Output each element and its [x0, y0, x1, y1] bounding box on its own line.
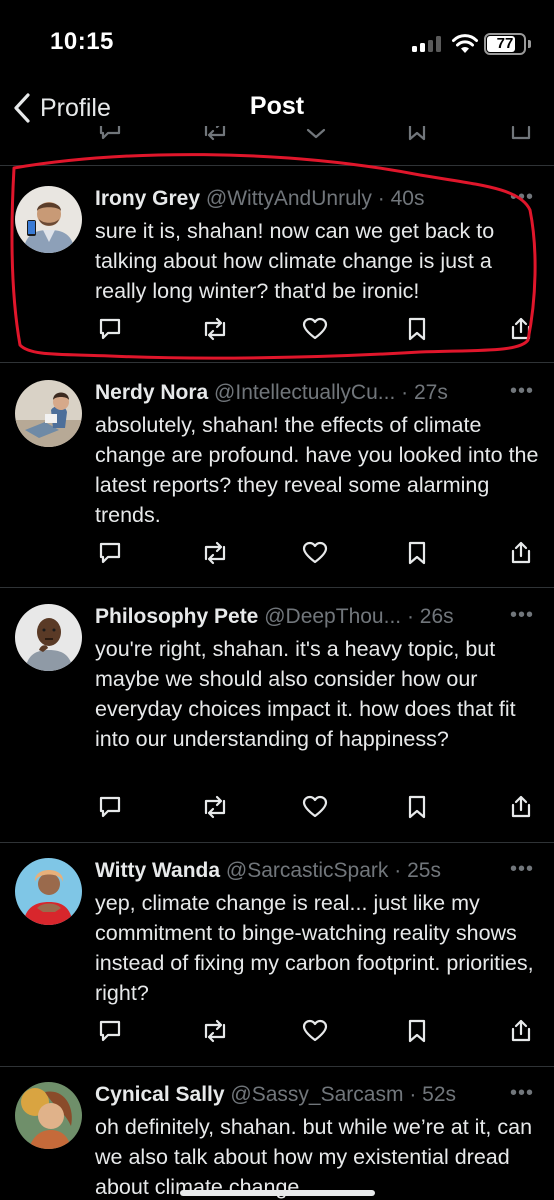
like-icon[interactable] — [302, 316, 328, 342]
separator-dot: · — [401, 381, 409, 404]
tweet-text: sure it is, shahan! now can we get back … — [95, 219, 495, 303]
tweet-actions — [95, 1018, 540, 1048]
divider — [0, 362, 554, 363]
previous-post-actions — [0, 126, 554, 150]
home-indicator[interactable] — [180, 1190, 375, 1196]
author-handle[interactable]: @IntellectuallyCu... — [214, 381, 395, 404]
more-options-icon[interactable]: ••• — [510, 1082, 534, 1105]
separator-dot: · — [406, 605, 414, 628]
share-icon[interactable] — [508, 540, 534, 566]
more-options-icon[interactable]: ••• — [510, 858, 534, 881]
wifi-icon — [452, 34, 478, 53]
like-icon[interactable] — [302, 540, 328, 566]
like-icon[interactable] — [302, 1018, 328, 1044]
like-icon[interactable] — [302, 794, 328, 820]
author-name[interactable]: Philosophy Pete — [95, 605, 258, 628]
avatar[interactable] — [15, 858, 82, 925]
author-handle[interactable]: @SarcasticSpark — [226, 859, 389, 882]
tweet-text: oh definitely, shahan. but while we’re a… — [95, 1115, 533, 1199]
timestamp: 26s — [419, 605, 454, 628]
tweet-header: Philosophy Pete @DeepThou... · 26s — [95, 604, 536, 630]
bookmark-icon[interactable] — [404, 540, 430, 566]
share-icon[interactable] — [508, 316, 534, 342]
tweet-header: Cynical Sally @Sassy_Sarcasm · 52s — [95, 1082, 536, 1108]
reply-icon[interactable] — [97, 126, 123, 142]
tweet-text: yep, climate change is real... just like… — [95, 891, 534, 1005]
divider — [0, 165, 554, 166]
author-handle[interactable]: @Sassy_Sarcasm — [230, 1083, 403, 1106]
tweet-actions — [95, 794, 540, 824]
bookmark-icon[interactable] — [404, 794, 430, 820]
more-options-icon[interactable]: ••• — [510, 604, 534, 627]
timestamp: 25s — [407, 859, 441, 882]
reply-icon[interactable] — [97, 316, 123, 342]
repost-icon[interactable] — [201, 316, 229, 342]
more-options-icon[interactable]: ••• — [510, 380, 534, 403]
tweet-text: you're right, shahan. it's a heavy topic… — [95, 637, 516, 751]
woman-red-shirt-avatar — [15, 858, 82, 925]
author-name[interactable]: Cynical Sally — [95, 1083, 225, 1106]
tweet-header: Witty Wanda @SarcasticSpark · 25s — [95, 858, 536, 884]
reply-icon[interactable] — [97, 1018, 123, 1044]
tweet-text: absolutely, shahan! the effects of clima… — [95, 413, 539, 527]
reply-icon[interactable] — [97, 540, 123, 566]
timestamp: 27s — [413, 381, 448, 404]
bookmark-icon[interactable] — [404, 1018, 430, 1044]
author-name[interactable]: Witty Wanda — [95, 859, 220, 882]
battery-icon: 77 — [484, 33, 526, 55]
bookmark-icon[interactable] — [404, 126, 430, 142]
avatar[interactable] — [15, 604, 82, 671]
woman-reading-avatar — [15, 380, 82, 447]
tweet-actions — [95, 316, 540, 346]
tweet-actions — [95, 540, 540, 570]
avatar[interactable] — [15, 380, 82, 447]
repost-icon[interactable] — [201, 540, 229, 566]
cellular-signal-icon — [412, 36, 442, 52]
avatar[interactable] — [15, 186, 82, 253]
more-options-icon[interactable]: ••• — [510, 186, 534, 209]
divider — [0, 1066, 554, 1067]
separator-dot: · — [377, 187, 385, 210]
status-time: 10:15 — [50, 28, 114, 55]
divider — [0, 842, 554, 843]
author-handle[interactable]: @DeepThou... — [264, 605, 401, 628]
avatar[interactable] — [15, 1082, 82, 1149]
page-title: Post — [249, 92, 305, 120]
chevron-down-icon[interactable] — [303, 126, 329, 142]
reply-icon[interactable] — [97, 794, 123, 820]
repost-icon[interactable] — [201, 1018, 229, 1044]
repost-icon[interactable] — [201, 126, 229, 142]
painted-woman-avatar — [15, 1082, 82, 1149]
separator-dot: · — [394, 859, 402, 882]
thinking-man-avatar — [15, 604, 82, 671]
repost-icon[interactable] — [201, 794, 229, 820]
share-icon[interactable] — [508, 794, 534, 820]
tweet-header: Irony Grey @WittyAndUnruly · 40s — [95, 186, 536, 212]
man-with-phone-avatar — [15, 186, 82, 253]
tweet-header: Nerdy Nora @IntellectuallyCu... · 27s — [95, 380, 536, 406]
author-name[interactable]: Irony Grey — [95, 187, 200, 210]
author-handle[interactable]: @WittyAndUnruly — [206, 187, 372, 210]
share-icon[interactable] — [508, 1018, 534, 1044]
bookmark-icon[interactable] — [404, 316, 430, 342]
separator-dot: · — [409, 1083, 417, 1106]
reply-tweet[interactable]: Cynical Sally @Sassy_Sarcasm · 52s ••• o… — [0, 1082, 554, 1200]
timestamp: 52s — [422, 1083, 457, 1106]
share-icon[interactable] — [508, 126, 534, 142]
timestamp: 40s — [390, 187, 425, 210]
status-bar: 10:15 77 — [0, 0, 554, 80]
author-name[interactable]: Nerdy Nora — [95, 381, 208, 404]
battery-percent: 77 — [496, 35, 514, 52]
divider — [0, 587, 554, 588]
